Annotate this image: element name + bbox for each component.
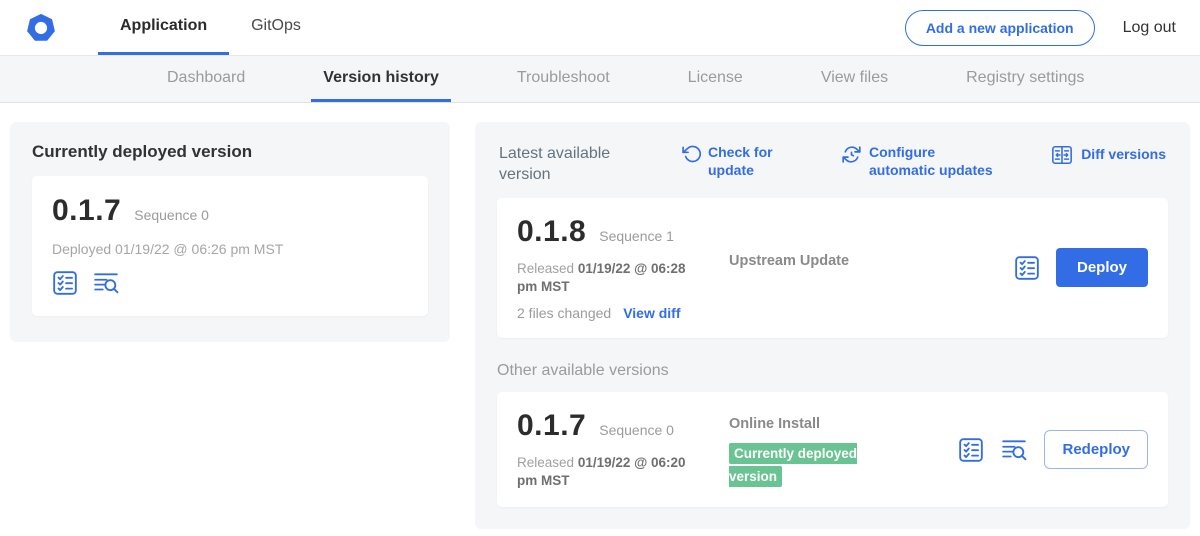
latest-available-title: Latest available version (499, 144, 649, 186)
files-changed-label: 2 files changed (517, 305, 611, 321)
subnav-item-registry-settings[interactable]: Registry settings (954, 56, 1096, 102)
other-released-timestamp: Released 01/19/22 @ 06:20 pm MST (517, 454, 697, 490)
subnav-registry-settings-label: Registry settings (966, 69, 1084, 87)
top-navigation: Application GitOps Add a new application… (0, 0, 1200, 56)
view-diff-link[interactable]: View diff (623, 305, 680, 321)
subnav-item-version-history[interactable]: Version history (311, 56, 451, 102)
configure-automatic-updates-label: Configure automatic updates (869, 144, 997, 179)
app-logo[interactable] (24, 0, 58, 55)
tab-gitops[interactable]: GitOps (229, 0, 323, 55)
kots-logo-icon (24, 11, 58, 45)
subnav-license-label: License (688, 69, 743, 87)
release-notes-checklist-icon[interactable] (1014, 255, 1040, 281)
tab-gitops-label: GitOps (251, 17, 301, 35)
other-sequence-label: Sequence 0 (599, 422, 674, 438)
currently-deployed-badge: Currently deployed version (729, 443, 857, 487)
deployed-sequence-label: Sequence 0 (134, 207, 209, 223)
latest-available-panel: Latest available version Check for updat… (475, 122, 1190, 529)
logout-link[interactable]: Log out (1123, 19, 1176, 37)
app-sub-navigation: Dashboard Version history Troubleshoot L… (0, 56, 1200, 103)
deployed-timestamp: Deployed 01/19/22 @ 06:26 pm MST (52, 241, 408, 257)
auto-update-clock-icon (841, 144, 862, 165)
tab-application-label: Application (120, 17, 207, 35)
tab-application[interactable]: Application (98, 0, 229, 55)
configure-automatic-updates-link[interactable]: Configure automatic updates (841, 144, 997, 179)
subnav-item-troubleshoot[interactable]: Troubleshoot (505, 56, 622, 102)
subnav-item-dashboard[interactable]: Dashboard (155, 56, 257, 102)
latest-sequence-label: Sequence 1 (599, 228, 674, 244)
view-logs-icon[interactable] (1000, 437, 1028, 463)
check-for-update-link[interactable]: Check for update (681, 144, 799, 179)
latest-version-card: 0.1.8 Sequence 1 Released 01/19/22 @ 06:… (497, 198, 1168, 338)
other-available-versions-title: Other available versions (497, 362, 1168, 380)
deployed-version-card: 0.1.7 Sequence 0 Deployed 01/19/22 @ 06:… (32, 176, 428, 316)
subnav-item-license[interactable]: License (676, 56, 755, 102)
diff-versions-link[interactable]: Diff versions (1050, 144, 1166, 166)
other-source-label: Online Install (729, 416, 820, 432)
refresh-icon (681, 144, 701, 164)
subnav-dashboard-label: Dashboard (167, 69, 245, 87)
diff-versions-label: Diff versions (1081, 146, 1166, 164)
latest-source-label: Upstream Update (729, 253, 849, 269)
redeploy-button[interactable]: Redeploy (1044, 430, 1148, 469)
released-prefix: Released (517, 455, 574, 470)
other-version-card: 0.1.7 Sequence 0 Released 01/19/22 @ 06:… (497, 392, 1168, 507)
subnav-item-view-files[interactable]: View files (809, 56, 900, 102)
subnav-version-history-label: Version history (323, 69, 439, 87)
subnav-view-files-label: View files (821, 69, 888, 87)
check-for-update-label: Check for update (708, 144, 780, 179)
deploy-button[interactable]: Deploy (1056, 248, 1148, 287)
currently-deployed-title: Currently deployed version (32, 142, 428, 162)
latest-version-number: 0.1.8 (517, 215, 586, 249)
deployed-version-number: 0.1.7 (52, 194, 121, 228)
release-notes-checklist-icon[interactable] (52, 270, 78, 296)
diff-versions-icon (1050, 144, 1074, 166)
currently-deployed-panel: Currently deployed version 0.1.7 Sequenc… (10, 122, 450, 342)
latest-released-timestamp: Released 01/19/22 @ 06:28 pm MST (517, 260, 697, 296)
other-version-number: 0.1.7 (517, 409, 586, 443)
top-tabs: Application GitOps (98, 0, 323, 55)
view-logs-icon[interactable] (92, 270, 120, 296)
add-new-application-button[interactable]: Add a new application (905, 10, 1095, 46)
subnav-troubleshoot-label: Troubleshoot (517, 69, 610, 87)
release-notes-checklist-icon[interactable] (958, 437, 984, 463)
released-prefix: Released (517, 261, 574, 276)
main-content: Currently deployed version 0.1.7 Sequenc… (0, 103, 1200, 529)
